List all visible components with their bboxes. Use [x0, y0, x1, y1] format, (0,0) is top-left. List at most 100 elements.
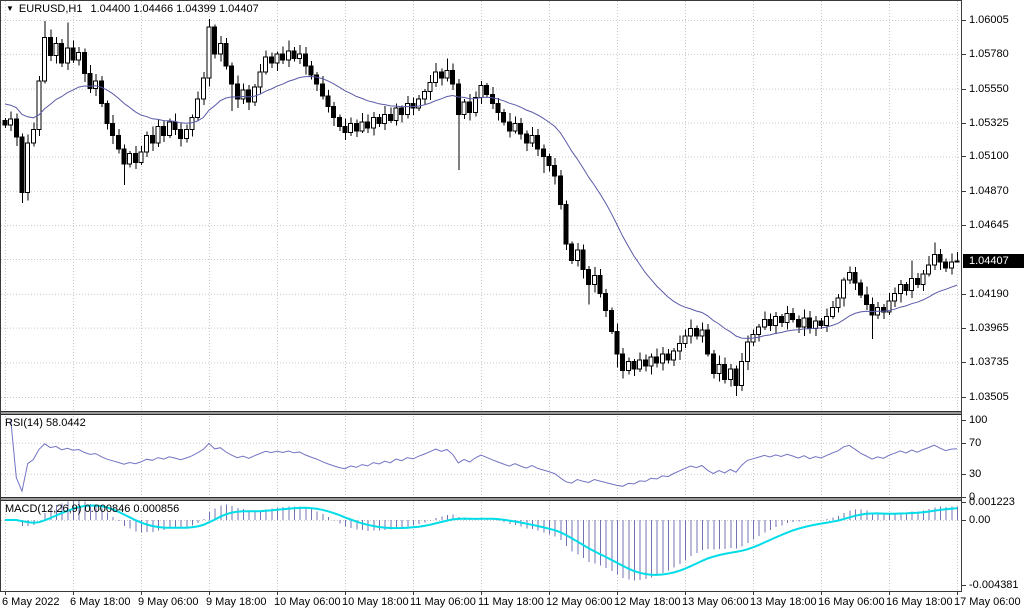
rsi-panel[interactable]: RSI(14) 58.0442 — [0, 415, 961, 497]
candle-body — [167, 122, 171, 136]
candle-body — [94, 81, 98, 89]
candle-body — [315, 75, 319, 84]
candle-body — [54, 43, 58, 55]
candle-body — [915, 279, 919, 285]
candle-body — [677, 343, 681, 351]
candle-body — [853, 273, 857, 284]
price-tick-label: 1.03965 — [969, 322, 1009, 334]
main-chart-panel[interactable]: ▼EURUSD,H11.04400 1.04466 1.04399 1.0440… — [0, 0, 961, 411]
candle-body — [694, 328, 698, 336]
candle-body — [575, 250, 579, 261]
candle-body — [156, 126, 160, 143]
time-tick-label: 9 May 06:00 — [138, 596, 199, 608]
macd-panel[interactable]: MACD(12,26,9) 0.000846 0.000856 — [0, 501, 961, 591]
candle-body — [37, 81, 41, 129]
price-tick-label: 1.06005 — [969, 14, 1009, 26]
rsi-tick-label: 30 — [969, 468, 981, 480]
axis-tick — [962, 54, 966, 55]
price-tick-label: 1.03505 — [969, 391, 1009, 403]
time-tick-label: 6 May 18:00 — [70, 596, 131, 608]
macd-tick-label: 0.001223 — [969, 496, 1015, 508]
candle-body — [71, 48, 75, 60]
candle-body — [536, 135, 540, 149]
candle-body — [604, 294, 608, 311]
main-chart-canvas[interactable] — [0, 0, 961, 411]
candle-body — [490, 95, 494, 104]
candle-body — [830, 307, 834, 316]
candle-body — [3, 120, 7, 125]
candle-body — [762, 319, 766, 327]
candle-body — [366, 122, 370, 128]
candle-body — [700, 330, 704, 336]
candle-body — [564, 205, 568, 244]
axis-tick — [962, 585, 966, 586]
candle-body — [774, 316, 778, 325]
candle-body — [400, 108, 404, 114]
candle-body — [122, 149, 126, 164]
price-tick-label: 1.05325 — [969, 117, 1009, 129]
candle-body — [428, 83, 432, 92]
time-tick-label: 12 May 18:00 — [614, 596, 681, 608]
candle-body — [842, 280, 846, 298]
candle-body — [819, 321, 823, 326]
candle-body — [281, 54, 285, 60]
candle-body — [298, 54, 302, 59]
price-tick-label: 1.05550 — [969, 83, 1009, 95]
macd-signal-line — [5, 506, 957, 575]
axis-tick — [413, 592, 414, 595]
candle-body — [791, 313, 795, 319]
axis-tick — [73, 592, 74, 595]
candle-body — [241, 90, 245, 99]
candle-body — [649, 357, 653, 366]
candle-body — [60, 43, 64, 63]
macd-tick-label: -0.004381 — [969, 579, 1019, 591]
time-tick-label: 17 May 06:00 — [954, 596, 1021, 608]
candle-body — [513, 123, 517, 131]
axis-tick — [753, 592, 754, 595]
candle-body — [592, 276, 596, 285]
axis-tick — [889, 592, 890, 595]
candle-body — [825, 316, 829, 325]
candle-body — [439, 72, 443, 78]
time-tick-label: 12 May 06:00 — [546, 596, 613, 608]
candle-body — [462, 102, 466, 114]
candle-body — [904, 285, 908, 291]
time-tick-label: 16 May 06:00 — [818, 596, 885, 608]
candle-body — [468, 102, 472, 113]
rsi-tick-label: 100 — [969, 414, 987, 426]
candle-body — [116, 135, 120, 149]
axis-tick — [962, 156, 966, 157]
axis-tick — [957, 592, 958, 595]
axis-tick — [5, 592, 6, 595]
price-axis[interactable]: 1.04407 1.060051.057801.055501.053251.05… — [962, 0, 1024, 592]
candle-body — [660, 354, 664, 363]
candle-body — [813, 321, 817, 329]
rsi-line — [11, 420, 957, 492]
symbol-dropdown-icon[interactable]: ▼ — [6, 4, 14, 13]
candle-body — [802, 318, 806, 327]
axis-tick — [962, 474, 966, 475]
time-axis[interactable]: 6 May 20226 May 18:009 May 06:009 May 18… — [0, 592, 1024, 613]
candle-body — [655, 357, 659, 363]
candle-body — [524, 134, 528, 143]
candle-body — [456, 84, 460, 114]
candle-body — [377, 117, 381, 123]
axis-tick — [962, 502, 966, 503]
candle-body — [768, 319, 772, 325]
candle-body — [20, 137, 24, 193]
candle-body — [864, 295, 868, 304]
price-tick-label: 1.04870 — [969, 185, 1009, 197]
candle-body — [111, 123, 115, 135]
candle-body — [31, 129, 35, 143]
time-tick-label: 13 May 18:00 — [750, 596, 817, 608]
candle-body — [445, 71, 449, 79]
rsi-canvas[interactable] — [0, 415, 961, 497]
candle-body — [796, 319, 800, 327]
axis-tick — [345, 592, 346, 595]
candle-body — [349, 123, 353, 132]
axis-tick — [962, 520, 966, 521]
candle-body — [48, 37, 52, 55]
candle-body — [689, 328, 693, 336]
candle-body — [615, 331, 619, 354]
candle-body — [570, 244, 574, 261]
